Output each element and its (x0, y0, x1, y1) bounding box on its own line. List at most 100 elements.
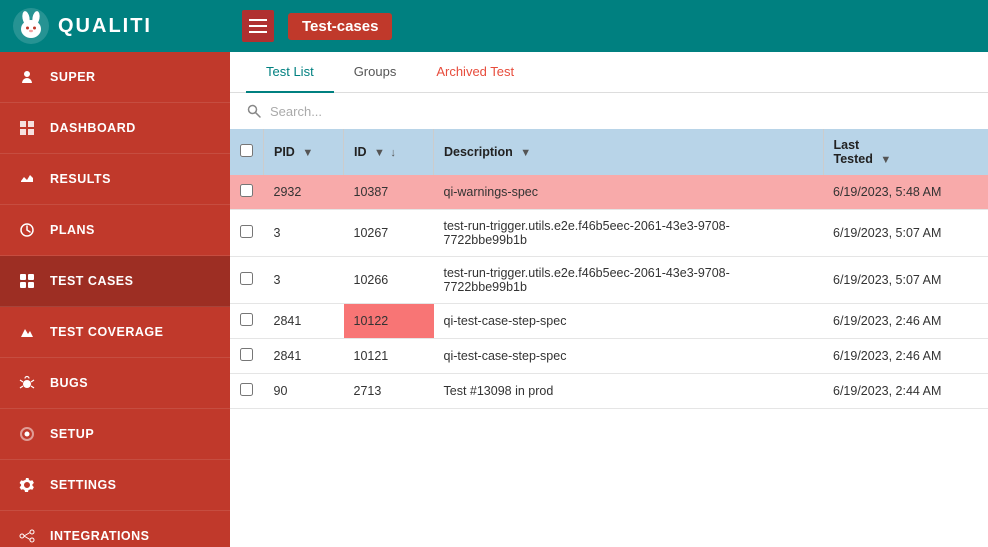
sidebar-item-bugs[interactable]: BUGS (0, 358, 230, 409)
last-tested-filter-icon[interactable]: ▼ (880, 154, 891, 166)
row-description: test-run-trigger.utils.e2e.f46b5eec-2061… (434, 257, 824, 304)
row-checkbox[interactable] (240, 184, 253, 197)
row-last-tested: 6/19/2023, 2:46 AM (823, 304, 988, 339)
logo-area: QUALITI (0, 7, 230, 45)
tab-archived-test[interactable]: Archived Test (416, 52, 534, 93)
row-test-id: 2713 (344, 374, 434, 409)
row-description: qi-test-case-step-spec (434, 304, 824, 339)
sidebar-item-test-cases[interactable]: TEST CASES (0, 256, 230, 307)
logo-text: QUALITI (58, 15, 152, 38)
sidebar-item-integrations[interactable]: INTEGRATIONS (0, 511, 230, 547)
header-right: Test-cases (230, 10, 988, 42)
row-checkbox[interactable] (240, 313, 253, 326)
search-input-wrap (246, 103, 972, 119)
content-area: Test List Groups Archived Test (230, 52, 988, 547)
desc-filter-icon[interactable]: ▼ (520, 147, 531, 159)
row-test-id: 10387 (344, 175, 434, 210)
sidebar-item-setup[interactable]: SETUP (0, 409, 230, 460)
row-description: qi-warnings-spec (434, 175, 824, 210)
table-row: 2932 10387 qi-warnings-spec 6/19/2023, 5… (230, 175, 988, 210)
row-checkbox-cell (230, 374, 264, 409)
sidebar-label-test-coverage: TEST COVERAGE (50, 325, 163, 339)
select-all-checkbox[interactable] (240, 144, 253, 157)
id-sort-icon[interactable]: ↓ (390, 147, 396, 159)
sidebar-label-setup: SETUP (50, 427, 94, 441)
row-checkbox[interactable] (240, 272, 253, 285)
sidebar-label-integrations: INTEGRATIONS (50, 529, 150, 543)
table-row: 2841 10122 qi-test-case-step-spec 6/19/2… (230, 304, 988, 339)
search-icon (246, 103, 262, 119)
test-cases-table: PID ▼ ID ▼ ↓ Description ▼ LastTested ▼ (230, 129, 988, 409)
row-test-id: 10122 (344, 304, 434, 339)
row-checkbox-cell (230, 304, 264, 339)
header-checkbox-col (230, 129, 264, 175)
row-checkbox[interactable] (240, 383, 253, 396)
table-body: 2932 10387 qi-warnings-spec 6/19/2023, 5… (230, 175, 988, 409)
table-row: 2841 10121 qi-test-case-step-spec 6/19/2… (230, 339, 988, 374)
row-last-tested: 6/19/2023, 5:07 AM (823, 210, 988, 257)
sidebar-label-super: SUPER (50, 70, 96, 84)
sidebar-item-plans[interactable]: PLANS (0, 205, 230, 256)
row-pid: 2932 (264, 175, 344, 210)
id-filter-icon[interactable]: ▼ (374, 147, 385, 159)
row-checkbox-cell (230, 175, 264, 210)
main-layout: SUPER DASHBOARD RESULTS (0, 52, 988, 547)
user-icon (16, 66, 38, 88)
setup-icon (16, 423, 38, 445)
row-checkbox-cell (230, 339, 264, 374)
header-description: Description ▼ (434, 129, 824, 175)
coverage-icon (16, 321, 38, 343)
integrations-icon (16, 525, 38, 547)
logo-icon (12, 7, 50, 45)
row-checkbox[interactable] (240, 225, 253, 238)
sidebar-item-results[interactable]: RESULTS (0, 154, 230, 205)
row-last-tested: 6/19/2023, 2:44 AM (823, 374, 988, 409)
sidebar-label-test-cases: TEST CASES (50, 274, 134, 288)
row-pid: 3 (264, 257, 344, 304)
row-pid: 90 (264, 374, 344, 409)
testcases-icon (16, 270, 38, 292)
table-row: 3 10266 test-run-trigger.utils.e2e.f46b5… (230, 257, 988, 304)
pid-filter-icon[interactable]: ▼ (302, 147, 313, 159)
sidebar: SUPER DASHBOARD RESULTS (0, 52, 230, 547)
row-last-tested: 6/19/2023, 5:48 AM (823, 175, 988, 210)
row-test-id: 10266 (344, 257, 434, 304)
row-checkbox[interactable] (240, 348, 253, 361)
search-bar (230, 93, 988, 129)
header-id: ID ▼ ↓ (344, 129, 434, 175)
tab-groups[interactable]: Groups (334, 52, 417, 93)
sidebar-label-results: RESULTS (50, 172, 111, 186)
search-input[interactable] (270, 104, 570, 119)
table-header-row: PID ▼ ID ▼ ↓ Description ▼ LastTested ▼ (230, 129, 988, 175)
row-checkbox-cell (230, 257, 264, 304)
row-test-id: 10121 (344, 339, 434, 374)
sidebar-label-plans: PLANS (50, 223, 95, 237)
row-pid: 2841 (264, 304, 344, 339)
table-wrap: PID ▼ ID ▼ ↓ Description ▼ LastTested ▼ (230, 129, 988, 547)
row-test-id: 10267 (344, 210, 434, 257)
row-description: test-run-trigger.utils.e2e.f46b5eec-2061… (434, 210, 824, 257)
results-icon (16, 168, 38, 190)
row-description: qi-test-case-step-spec (434, 339, 824, 374)
sidebar-label-bugs: BUGS (50, 376, 88, 390)
top-bar: QUALITI Test-cases (0, 0, 988, 52)
table-row: 3 10267 test-run-trigger.utils.e2e.f46b5… (230, 210, 988, 257)
page-title: Test-cases (288, 13, 392, 40)
header-pid: PID ▼ (264, 129, 344, 175)
row-pid: 3 (264, 210, 344, 257)
row-pid: 2841 (264, 339, 344, 374)
row-description: Test #13098 in prod (434, 374, 824, 409)
settings-icon (16, 474, 38, 496)
sidebar-item-dashboard[interactable]: DASHBOARD (0, 103, 230, 154)
hamburger-button[interactable] (242, 10, 274, 42)
dashboard-icon (16, 117, 38, 139)
row-last-tested: 6/19/2023, 2:46 AM (823, 339, 988, 374)
sidebar-item-super[interactable]: SUPER (0, 52, 230, 103)
sidebar-label-dashboard: DASHBOARD (50, 121, 136, 135)
tab-test-list[interactable]: Test List (246, 52, 334, 93)
tabs-bar: Test List Groups Archived Test (230, 52, 988, 93)
sidebar-item-test-coverage[interactable]: TEST COVERAGE (0, 307, 230, 358)
sidebar-item-settings[interactable]: SETTINGS (0, 460, 230, 511)
header-last-tested: LastTested ▼ (823, 129, 988, 175)
plans-icon (16, 219, 38, 241)
